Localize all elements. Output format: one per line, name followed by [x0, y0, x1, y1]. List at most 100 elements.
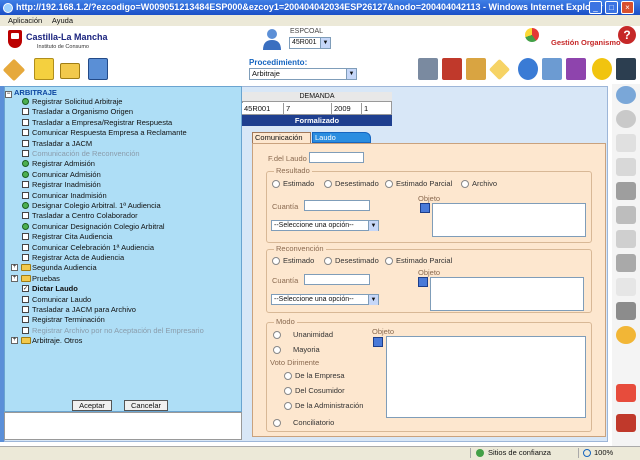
checkbox[interactable] [22, 306, 29, 313]
tree-item[interactable]: Registrar Inadmisión [8, 180, 236, 190]
procedimiento-select[interactable]: Arbitraje ▼ [249, 68, 357, 80]
gear-icon[interactable] [592, 58, 612, 80]
tree-item[interactable]: Registrar Cita Audiencia [8, 232, 236, 242]
tree-item[interactable]: Designar Colegio Arbitral. 1ª Audiencia [8, 201, 236, 211]
gestion-organismo-link[interactable]: Gestión Organismo [551, 38, 621, 47]
menu-aplicacion[interactable]: Aplicación [8, 16, 42, 25]
tree-item[interactable]: Comunicar Laudo [8, 295, 236, 305]
completed-icon[interactable] [22, 170, 29, 178]
radio-estimado-parcial[interactable] [385, 180, 393, 188]
radio-rec-estimado-parcial[interactable] [385, 257, 393, 265]
checkbox[interactable] [22, 254, 29, 261]
globe-icon[interactable] [518, 58, 538, 80]
radio-voto-administracion[interactable] [284, 402, 292, 410]
tree-item[interactable]: + Segunda Audiencia [8, 263, 236, 273]
tree-item[interactable]: ✓ Dictar Laudo [8, 284, 236, 294]
user-select[interactable]: 45R001 ▼ [289, 37, 331, 49]
tree-item[interactable]: Comunicar Celebración 1ª Audiencia [8, 243, 236, 253]
checkbox[interactable] [22, 181, 29, 189]
tree-item[interactable]: Comunicar Designación Colegio Arbitral [8, 222, 236, 232]
checkbox[interactable] [22, 316, 29, 324]
resultado-select[interactable]: --Seleccione una opción-- ▼ [271, 220, 379, 231]
search-icon[interactable] [616, 86, 636, 104]
search-people-icon[interactable] [542, 58, 562, 80]
tree-item[interactable]: + Pruebas [8, 274, 236, 284]
checkbox[interactable] [22, 129, 29, 137]
document-icon[interactable] [616, 134, 636, 152]
checkbox-checked[interactable]: ✓ [22, 285, 29, 293]
minimize-button[interactable]: _ [589, 1, 602, 14]
close-button[interactable]: × [621, 1, 634, 14]
printer-icon[interactable] [616, 58, 636, 80]
checkbox[interactable] [22, 212, 29, 220]
tree-item[interactable]: Comunicar Inadmisión [8, 191, 236, 201]
clipboard-icon[interactable] [616, 278, 636, 296]
radio-desestimado[interactable] [324, 180, 332, 188]
cancel-button[interactable]: Cancelar [124, 400, 168, 411]
archive-icon[interactable] [466, 58, 486, 80]
checkbox[interactable] [22, 118, 29, 126]
tree-item[interactable]: Trasladar a Centro Colaborador [8, 211, 236, 221]
fecha-laudo-input[interactable] [309, 152, 364, 163]
folder-open-icon[interactable] [34, 58, 54, 80]
tree-item[interactable]: Trasladar a JACM [8, 139, 236, 149]
computer-icon[interactable] [88, 58, 108, 80]
radio-rec-estimado[interactable] [272, 257, 280, 265]
radio-mayoria[interactable] [273, 346, 281, 354]
completed-icon[interactable] [22, 222, 29, 230]
gestion-organismo-icon[interactable] [525, 28, 539, 42]
tree-expand-icon[interactable]: + [11, 274, 18, 282]
checkbox[interactable] [22, 243, 29, 251]
zoom-level[interactable]: 100% [594, 446, 613, 460]
tree-item[interactable]: Registrar Solicitud Arbitraje [8, 97, 236, 107]
modo-objeto-textarea[interactable] [386, 336, 586, 418]
checkbox[interactable] [22, 295, 29, 303]
help-icon[interactable]: ? [618, 26, 636, 44]
radio-archivo[interactable] [461, 180, 469, 188]
folder-icon[interactable] [21, 274, 31, 282]
radio-rec-desestimado[interactable] [324, 257, 332, 265]
tree-item[interactable]: Trasladar a JACM para Archivo [8, 305, 236, 315]
tree-expand-icon[interactable]: + [11, 264, 18, 272]
checkbox[interactable] [22, 233, 29, 241]
books-icon[interactable] [442, 58, 462, 80]
tree-item[interactable]: + Arbitraje. Otros [8, 336, 236, 346]
completed-icon[interactable] [22, 202, 29, 209]
radio-voto-consumidor[interactable] [284, 387, 292, 395]
objeto-lookup-icon[interactable] [373, 337, 383, 347]
completed-icon[interactable] [22, 98, 29, 105]
rec-cuantia-input[interactable] [304, 274, 370, 285]
laptop-icon[interactable] [418, 58, 438, 80]
back-icon[interactable] [616, 110, 636, 128]
tab-laudo[interactable]: Laudo [312, 132, 371, 143]
tree-item[interactable]: Registrar Admisión [8, 159, 236, 169]
stack-icon[interactable] [616, 230, 636, 248]
menu-ayuda[interactable]: Ayuda [52, 16, 73, 25]
accept-button[interactable]: Aceptar [72, 400, 112, 411]
tab-comunicacion[interactable]: Comunicación [252, 132, 311, 143]
tree-item[interactable]: Trasladar a Empresa/Registrar Respuesta [8, 118, 236, 128]
cuantia-input[interactable] [304, 200, 370, 211]
objeto-lookup-icon[interactable] [418, 277, 428, 287]
radio-estimado[interactable] [272, 180, 280, 188]
folder-icon[interactable] [21, 264, 31, 272]
floppy-save-icon[interactable] [616, 182, 636, 200]
completed-icon[interactable] [22, 160, 29, 168]
zoom-icon[interactable] [583, 449, 591, 457]
chart-icon[interactable] [566, 58, 586, 80]
rec-objeto-textarea[interactable] [430, 277, 584, 311]
tree-item[interactable]: Comunicar Respuesta Empresa a Reclamante [8, 128, 236, 138]
documents-icon[interactable] [616, 158, 636, 176]
objeto-lookup-icon[interactable] [420, 203, 430, 213]
radio-voto-empresa[interactable] [284, 372, 292, 380]
objeto-textarea[interactable] [432, 203, 586, 237]
scissors-icon[interactable] [616, 206, 636, 224]
radio-conciliatorio[interactable] [273, 419, 281, 427]
tree-item[interactable]: Trasladar a Organismo Origen [8, 107, 236, 117]
tools-icon[interactable] [616, 384, 636, 402]
reconvencion-select[interactable]: --Seleccione una opción-- ▼ [271, 294, 379, 305]
printer-icon[interactable] [616, 302, 636, 320]
checkbox[interactable] [22, 139, 29, 147]
sun-gear-icon[interactable] [616, 326, 636, 344]
folder-icon[interactable] [21, 337, 31, 345]
